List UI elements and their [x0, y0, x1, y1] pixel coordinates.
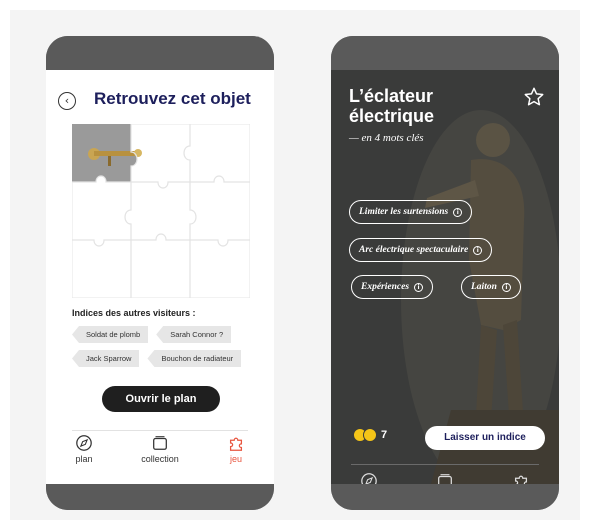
- puzzle-svg: [72, 124, 250, 298]
- nav-divider: [351, 464, 539, 465]
- hint-tag: Bouchon de radiateur: [147, 350, 242, 367]
- puzzle-icon: [514, 475, 528, 484]
- hints-label: Indices des autres visiteurs :: [72, 308, 196, 318]
- nav-label-collection: collection: [141, 454, 179, 464]
- phone-bottom-bezel: [331, 484, 559, 510]
- phone-game-screen: ‹ Retrouvez cet objet Indices des autres…: [46, 36, 274, 510]
- keyword-label: Arc électrique spectaculaire: [359, 245, 469, 255]
- info-icon: i: [414, 282, 424, 292]
- game-screen: ‹ Retrouvez cet objet Indices des autres…: [46, 70, 274, 484]
- emoji-icon: [363, 428, 377, 442]
- nav-item-jeu[interactable]: jeu: [489, 472, 553, 484]
- nav-label-jeu: jeu: [229, 454, 242, 464]
- hint-tag: Sarah Connor ?: [156, 326, 232, 343]
- puzzle-icon: [229, 437, 243, 451]
- leave-hint-button[interactable]: Laisser un indice: [425, 426, 545, 450]
- info-icon: i: [501, 282, 511, 292]
- hint-tag: Jack Sparrow: [72, 350, 140, 367]
- keyword-label: Expériences: [361, 282, 410, 292]
- reactions-count: 7: [381, 429, 388, 441]
- object-title-line2: électrique: [349, 106, 435, 126]
- keyword-label: Limiter les surtensions: [359, 207, 449, 217]
- hint-tag: Soldat de plomb: [72, 326, 149, 343]
- star-icon[interactable]: [523, 86, 545, 108]
- nav-divider: [72, 430, 248, 431]
- reactions[interactable]: 7: [353, 428, 387, 442]
- hints-row-1: Soldat de plomb Sarah Connor ?: [72, 326, 232, 343]
- nav-item-jeu[interactable]: jeu: [204, 434, 268, 464]
- puzzle-grid[interactable]: [72, 124, 250, 298]
- keyword-chip[interactable]: Laiton i: [461, 275, 521, 299]
- bottom-nav: plan collection jeu: [46, 434, 274, 464]
- phone-object-screen: L’éclateur électrique — en 4 mots clés L…: [331, 36, 559, 510]
- info-icon: i: [473, 245, 483, 255]
- object-subtitle: — en 4 mots clés: [349, 132, 424, 144]
- phone-top-bezel: [46, 36, 274, 70]
- keyword-chip[interactable]: Limiter les surtensions i: [349, 200, 473, 224]
- nav-label-plan: plan: [75, 454, 93, 464]
- phone-top-bezel: [331, 36, 559, 70]
- compass-icon: [76, 435, 92, 451]
- keyword-chip[interactable]: Expériences i: [351, 275, 434, 299]
- open-plan-button[interactable]: Ouvrir le plan: [102, 386, 220, 412]
- collection-icon: [153, 436, 167, 450]
- compass-icon: [361, 473, 377, 484]
- back-button[interactable]: ‹: [58, 92, 76, 110]
- object-title-line1: L’éclateur: [349, 86, 434, 106]
- hints-row-2: Jack Sparrow Bouchon de radiateur: [72, 350, 242, 367]
- keyword-chip[interactable]: Arc électrique spectaculaire i: [349, 238, 493, 262]
- collection-icon: [438, 474, 452, 484]
- nav-item-plan[interactable]: plan: [337, 472, 401, 484]
- page-title: Retrouvez cet objet: [94, 89, 251, 108]
- nav-item-collection[interactable]: collection: [413, 472, 477, 484]
- keyword-label: Laiton: [471, 282, 497, 292]
- object-screen: L’éclateur électrique — en 4 mots clés L…: [331, 70, 559, 484]
- phone-bottom-bezel: [46, 484, 274, 510]
- nav-item-plan[interactable]: plan: [52, 434, 116, 464]
- bottom-nav: plan collection jeu: [331, 472, 559, 484]
- nav-item-collection[interactable]: collection: [128, 434, 192, 464]
- info-icon: i: [453, 207, 463, 217]
